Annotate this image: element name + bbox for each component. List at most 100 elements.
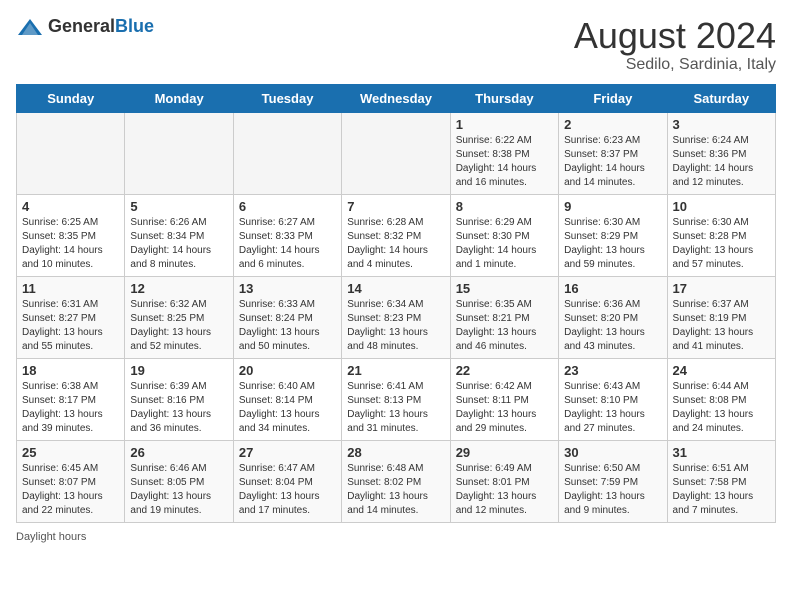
day-number: 10: [673, 199, 770, 214]
day-info: Sunrise: 6:27 AM Sunset: 8:33 PM Dayligh…: [239, 216, 336, 272]
calendar-cell: 13Sunrise: 6:33 AM Sunset: 8:24 PM Dayli…: [233, 276, 341, 358]
calendar-cell: 26 Sunrise: 6:46 AM Sunset: 8:05 PM Dayli…: [125, 440, 233, 522]
calendar-cell: 1Sunrise: 6:22 AM Sunset: 8:38 PM Daylig…: [450, 112, 558, 194]
calendar-cell: 20 Sunrise: 6:40 AM Sunset: 8:14 PM Dayli…: [233, 358, 341, 440]
day-number: 5: [130, 199, 227, 214]
logo-blue: Blue: [115, 16, 154, 36]
calendar-cell: 9 Sunrise: 6:30 AM Sunset: 8:29 PM Daylig…: [559, 194, 667, 276]
day-number: 14: [347, 281, 444, 296]
day-info: Sunrise: 6:46 AM Sunset: 8:05 PM Dayligh…: [130, 462, 227, 518]
day-info: Sunrise: 6:42 AM Sunset: 8:11 PM Dayligh…: [456, 380, 553, 436]
weekday-header-thursday: Thursday: [450, 84, 558, 112]
day-info: Sunrise: 6:51 AM Sunset: 7:58 PM Dayligh…: [673, 462, 770, 518]
calendar-cell: 17Sunrise: 6:37 AM Sunset: 8:19 PM Dayli…: [667, 276, 775, 358]
calendar-cell: 7 Sunrise: 6:28 AM Sunset: 8:32 PM Daylig…: [342, 194, 450, 276]
calendar-cell: 29 Sunrise: 6:49 AM Sunset: 8:01 PM Dayli…: [450, 440, 558, 522]
weekday-header-row: SundayMondayTuesdayWednesdayThursdayFrid…: [17, 84, 776, 112]
day-number: 20: [239, 363, 336, 378]
day-number: 24: [673, 363, 770, 378]
day-number: 31: [673, 445, 770, 460]
day-number: 30: [564, 445, 661, 460]
day-number: 8: [456, 199, 553, 214]
day-number: 29: [456, 445, 553, 460]
title-block: August 2024 Sedilo, Sardinia, Italy: [574, 16, 776, 74]
day-info: Sunrise: 6:34 AM Sunset: 8:23 PM Dayligh…: [347, 298, 444, 354]
calendar-cell: 3Sunrise: 6:24 AM Sunset: 8:36 PM Daylig…: [667, 112, 775, 194]
calendar-cell: 25 Sunrise: 6:45 AM Sunset: 8:07 PM Dayli…: [17, 440, 125, 522]
day-info: Sunrise: 6:29 AM Sunset: 8:30 PM Dayligh…: [456, 216, 553, 272]
calendar-cell: 21 Sunrise: 6:41 AM Sunset: 8:13 PM Dayli…: [342, 358, 450, 440]
calendar-cell: 19 Sunrise: 6:39 AM Sunset: 8:16 PM Dayli…: [125, 358, 233, 440]
calendar-cell: 24 Sunrise: 6:44 AM Sunset: 8:08 PM Dayli…: [667, 358, 775, 440]
day-number: 25: [22, 445, 119, 460]
day-info: Sunrise: 6:25 AM Sunset: 8:35 PM Dayligh…: [22, 216, 119, 272]
day-number: 28: [347, 445, 444, 460]
day-number: 19: [130, 363, 227, 378]
weekday-header-friday: Friday: [559, 84, 667, 112]
day-number: 11: [22, 281, 119, 296]
calendar-cell: [125, 112, 233, 194]
calendar-table: SundayMondayTuesdayWednesdayThursdayFrid…: [16, 84, 776, 523]
calendar-cell: 4 Sunrise: 6:25 AM Sunset: 8:35 PM Daylig…: [17, 194, 125, 276]
day-info: Sunrise: 6:44 AM Sunset: 8:08 PM Dayligh…: [673, 380, 770, 436]
day-info: Sunrise: 6:38 AM Sunset: 8:17 PM Dayligh…: [22, 380, 119, 436]
calendar-cell: 6Sunrise: 6:27 AM Sunset: 8:33 PM Daylig…: [233, 194, 341, 276]
calendar-week-2: 4 Sunrise: 6:25 AM Sunset: 8:35 PM Daylig…: [17, 194, 776, 276]
day-number: 23: [564, 363, 661, 378]
calendar-cell: 30 Sunrise: 6:50 AM Sunset: 7:59 PM Dayli…: [559, 440, 667, 522]
day-number: 27: [239, 445, 336, 460]
logo: GeneralBlue: [16, 16, 154, 37]
day-info: Sunrise: 6:31 AM Sunset: 8:27 PM Dayligh…: [22, 298, 119, 354]
page-header: GeneralBlue August 2024 Sedilo, Sardinia…: [16, 16, 776, 74]
day-number: 26: [130, 445, 227, 460]
calendar-cell: 16 Sunrise: 6:36 AM Sunset: 8:20 PM Dayli…: [559, 276, 667, 358]
calendar-cell: 8 Sunrise: 6:29 AM Sunset: 8:30 PM Daylig…: [450, 194, 558, 276]
day-info: Sunrise: 6:32 AM Sunset: 8:25 PM Dayligh…: [130, 298, 227, 354]
day-info: Sunrise: 6:43 AM Sunset: 8:10 PM Dayligh…: [564, 380, 661, 436]
calendar-cell: 12Sunrise: 6:32 AM Sunset: 8:25 PM Dayli…: [125, 276, 233, 358]
weekday-header-monday: Monday: [125, 84, 233, 112]
day-number: 18: [22, 363, 119, 378]
day-info: Sunrise: 6:30 AM Sunset: 8:29 PM Dayligh…: [564, 216, 661, 272]
day-info: Sunrise: 6:33 AM Sunset: 8:24 PM Dayligh…: [239, 298, 336, 354]
day-info: Sunrise: 6:36 AM Sunset: 8:20 PM Dayligh…: [564, 298, 661, 354]
day-number: 16: [564, 281, 661, 296]
calendar-cell: 11 Sunrise: 6:31 AM Sunset: 8:27 PM Dayli…: [17, 276, 125, 358]
calendar-cell: 27Sunrise: 6:47 AM Sunset: 8:04 PM Dayli…: [233, 440, 341, 522]
day-info: Sunrise: 6:40 AM Sunset: 8:14 PM Dayligh…: [239, 380, 336, 436]
day-number: 21: [347, 363, 444, 378]
day-info: Sunrise: 6:45 AM Sunset: 8:07 PM Dayligh…: [22, 462, 119, 518]
logo-text: GeneralBlue: [48, 16, 154, 37]
footer-note: Daylight hours: [16, 531, 776, 543]
calendar-cell: 2 Sunrise: 6:23 AM Sunset: 8:37 PM Daylig…: [559, 112, 667, 194]
calendar-cell: 10Sunrise: 6:30 AM Sunset: 8:28 PM Dayli…: [667, 194, 775, 276]
day-info: Sunrise: 6:26 AM Sunset: 8:34 PM Dayligh…: [130, 216, 227, 272]
day-info: Sunrise: 6:23 AM Sunset: 8:37 PM Dayligh…: [564, 134, 661, 190]
calendar-cell: 28Sunrise: 6:48 AM Sunset: 8:02 PM Dayli…: [342, 440, 450, 522]
day-number: 7: [347, 199, 444, 214]
day-number: 2: [564, 117, 661, 132]
calendar-week-1: 1Sunrise: 6:22 AM Sunset: 8:38 PM Daylig…: [17, 112, 776, 194]
calendar-location: Sedilo, Sardinia, Italy: [574, 56, 776, 74]
day-info: Sunrise: 6:50 AM Sunset: 7:59 PM Dayligh…: [564, 462, 661, 518]
calendar-cell: 31 Sunrise: 6:51 AM Sunset: 7:58 PM Dayli…: [667, 440, 775, 522]
calendar-cell: [342, 112, 450, 194]
day-number: 22: [456, 363, 553, 378]
day-info: Sunrise: 6:24 AM Sunset: 8:36 PM Dayligh…: [673, 134, 770, 190]
weekday-header-wednesday: Wednesday: [342, 84, 450, 112]
day-info: Sunrise: 6:39 AM Sunset: 8:16 PM Dayligh…: [130, 380, 227, 436]
day-info: Sunrise: 6:28 AM Sunset: 8:32 PM Dayligh…: [347, 216, 444, 272]
day-info: Sunrise: 6:49 AM Sunset: 8:01 PM Dayligh…: [456, 462, 553, 518]
day-number: 9: [564, 199, 661, 214]
calendar-cell: [17, 112, 125, 194]
day-info: Sunrise: 6:41 AM Sunset: 8:13 PM Dayligh…: [347, 380, 444, 436]
calendar-cell: 18 Sunrise: 6:38 AM Sunset: 8:17 PM Dayli…: [17, 358, 125, 440]
day-number: 1: [456, 117, 553, 132]
calendar-cell: 22 Sunrise: 6:42 AM Sunset: 8:11 PM Dayli…: [450, 358, 558, 440]
calendar-week-5: 25 Sunrise: 6:45 AM Sunset: 8:07 PM Dayli…: [17, 440, 776, 522]
day-number: 15: [456, 281, 553, 296]
day-info: Sunrise: 6:35 AM Sunset: 8:21 PM Dayligh…: [456, 298, 553, 354]
calendar-cell: [233, 112, 341, 194]
day-number: 17: [673, 281, 770, 296]
day-number: 4: [22, 199, 119, 214]
